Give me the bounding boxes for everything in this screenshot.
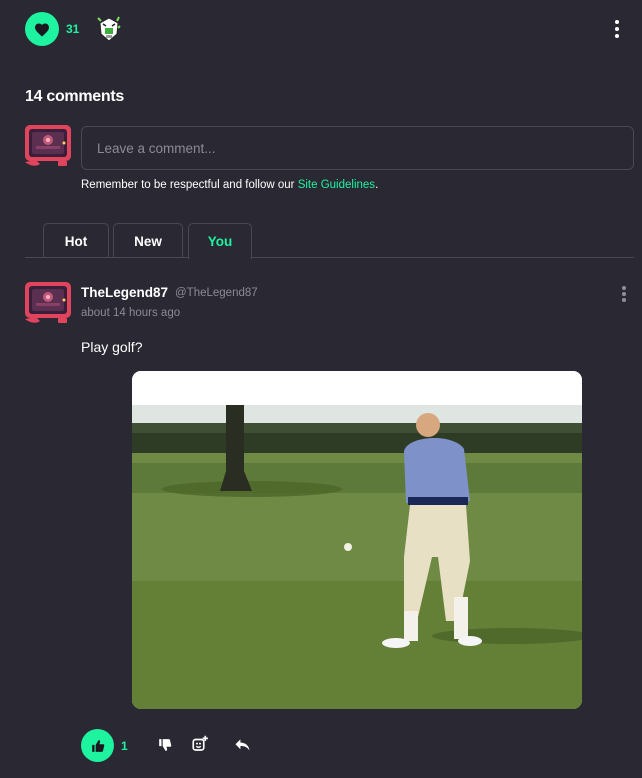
more-vertical-icon [622,286,626,290]
comments-count-title: 14 comments [25,88,124,105]
comment-options-button[interactable] [618,284,630,304]
guidelines-period: . [375,179,379,191]
tabs-divider [25,257,634,258]
site-guidelines-link[interactable]: Site Guidelines [298,179,375,191]
tab-hot[interactable]: Hot [43,223,109,258]
comment-input[interactable] [81,126,634,170]
comment-username[interactable]: TheLegend87 [81,285,168,300]
post-options-button[interactable] [610,18,624,40]
comment-text: Play golf? [81,339,143,355]
thumbs-down-icon [159,739,172,751]
reply-icon [235,739,249,751]
tab-you[interactable]: You [188,223,252,259]
comment-handle: @TheLegend87 [175,287,258,299]
tab-new[interactable]: New [113,223,183,258]
comment-timestamp: about 14 hours ago [81,307,181,319]
thumbs-up-icon [91,739,104,752]
comment-author-avatar[interactable] [22,279,74,327]
sticker-icon[interactable] [96,14,122,44]
current-user-avatar [22,122,74,170]
downvote-button[interactable] [155,735,175,755]
like-button[interactable] [25,12,59,46]
add-reaction-button[interactable] [190,734,210,754]
guidelines-notice: Remember to be respectful and follow our… [81,179,378,191]
more-vertical-icon [615,20,619,24]
add-reaction-icon [192,735,208,751]
upvote-count: 1 [121,739,128,753]
reply-button[interactable] [232,735,252,755]
heart-icon [35,23,49,36]
upvote-button[interactable] [81,729,114,762]
comment-media-image[interactable] [132,371,582,709]
guidelines-text: Remember to be respectful and follow our [81,179,298,191]
like-count: 31 [66,22,80,36]
